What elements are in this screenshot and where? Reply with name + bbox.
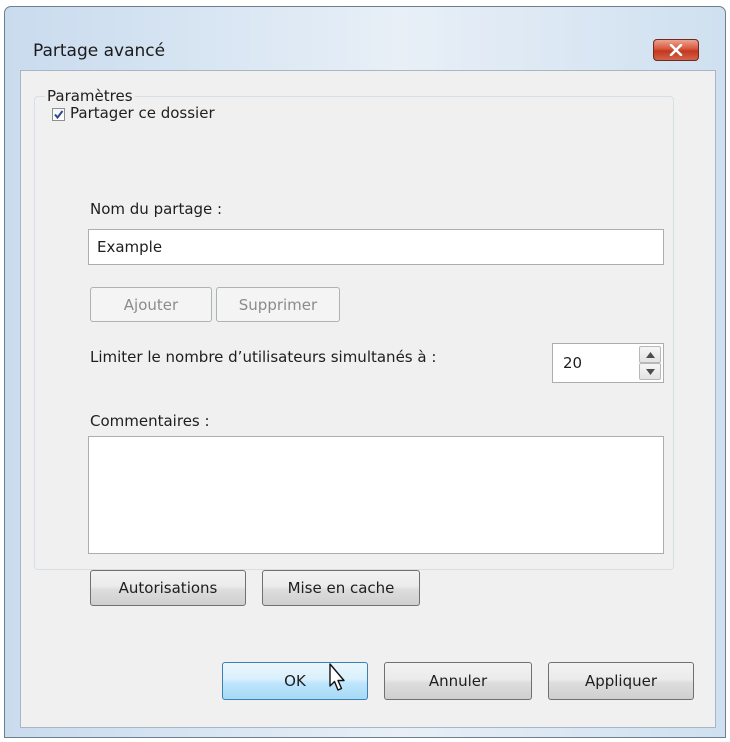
mouse-cursor-icon	[329, 663, 345, 691]
arrow-up-icon	[645, 351, 655, 358]
dialog-title: Partage avancé	[33, 41, 166, 61]
increment-button[interactable]	[639, 346, 661, 363]
close-icon	[669, 44, 683, 56]
decrement-button[interactable]	[639, 363, 661, 380]
apply-button[interactable]: Appliquer	[548, 662, 694, 700]
caching-button[interactable]: Mise en cache	[262, 570, 420, 606]
remove-button[interactable]: Supprimer	[216, 287, 340, 322]
close-button[interactable]	[653, 39, 699, 61]
stepper-buttons	[639, 346, 661, 380]
user-limit-value: 20	[563, 354, 583, 372]
arrow-down-icon	[645, 368, 655, 375]
share-name-value: Example	[97, 238, 163, 256]
share-name-label: Nom du partage :	[90, 200, 223, 218]
user-limit-stepper[interactable]: 20	[552, 343, 664, 383]
permissions-button[interactable]: Autorisations	[90, 570, 246, 606]
ok-button[interactable]: OK	[222, 662, 368, 700]
comments-label: Commentaires :	[90, 412, 210, 430]
user-limit-label: Limiter le nombre d’utilisateurs simulta…	[90, 348, 437, 366]
add-button[interactable]: Ajouter	[90, 287, 212, 322]
share-name-field[interactable]: Example	[88, 229, 664, 265]
comments-field[interactable]	[88, 436, 664, 554]
settings-group-label: Paramètres	[45, 87, 135, 105]
cancel-button[interactable]: Annuler	[384, 662, 532, 700]
